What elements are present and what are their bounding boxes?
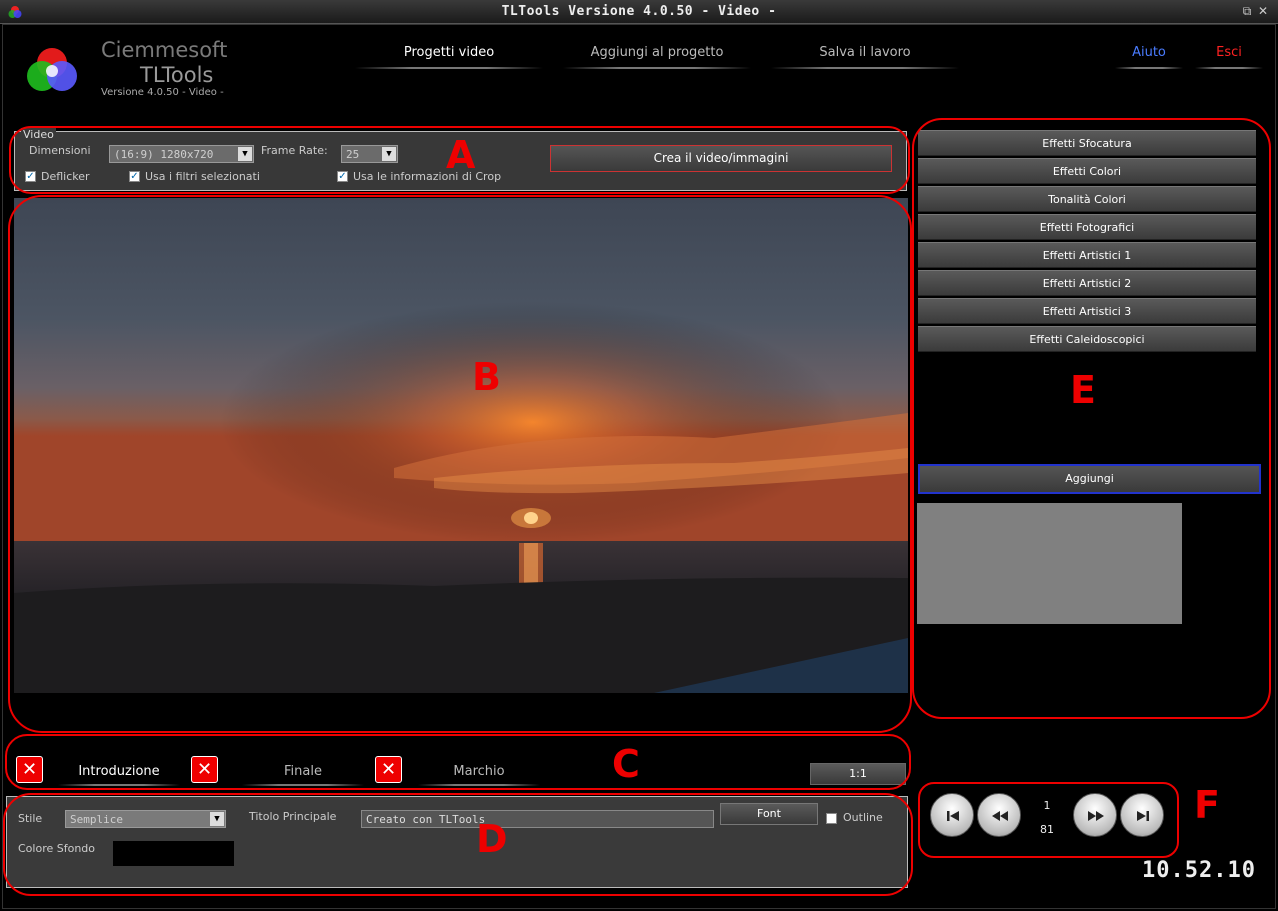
annotation-label-b: B	[472, 355, 501, 399]
exit-link[interactable]: Esci	[1195, 45, 1263, 69]
window-title: TLTools Versione 4.0.50 - Video -	[501, 4, 777, 19]
help-link[interactable]: Aiuto	[1115, 45, 1183, 69]
annotation-outline-f	[918, 782, 1179, 858]
annotation-label-c: C	[612, 742, 640, 786]
annotation-outline-e	[912, 118, 1271, 719]
logo-icon	[27, 48, 77, 91]
tab-aggiungi-progetto[interactable]: Aggiungi al progetto	[563, 45, 751, 69]
annotation-label-f: F	[1194, 783, 1220, 827]
tab-progetti-video[interactable]: Progetti video	[355, 45, 543, 69]
restore-icon[interactable]: ⧉	[1240, 4, 1254, 18]
annotation-outline-d	[3, 793, 913, 896]
clock: 10.52.10	[1142, 858, 1256, 883]
close-icon[interactable]: ✕	[1256, 4, 1270, 18]
tab-salva-lavoro[interactable]: Salva il lavoro	[771, 45, 959, 69]
annotation-label-a: A	[446, 133, 476, 177]
annotation-label-e: E	[1070, 368, 1096, 412]
annotation-label-d: D	[476, 817, 508, 861]
brand-company: Ciemmesoft	[101, 38, 228, 62]
brand-version: Versione 4.0.50 - Video -	[101, 87, 224, 98]
annotation-outline-b	[8, 195, 912, 733]
annotation-outline-c	[5, 734, 911, 790]
window-titlebar: TLTools Versione 4.0.50 - Video - ⧉ ✕	[0, 0, 1278, 24]
brand-product: TLTools	[140, 63, 214, 87]
